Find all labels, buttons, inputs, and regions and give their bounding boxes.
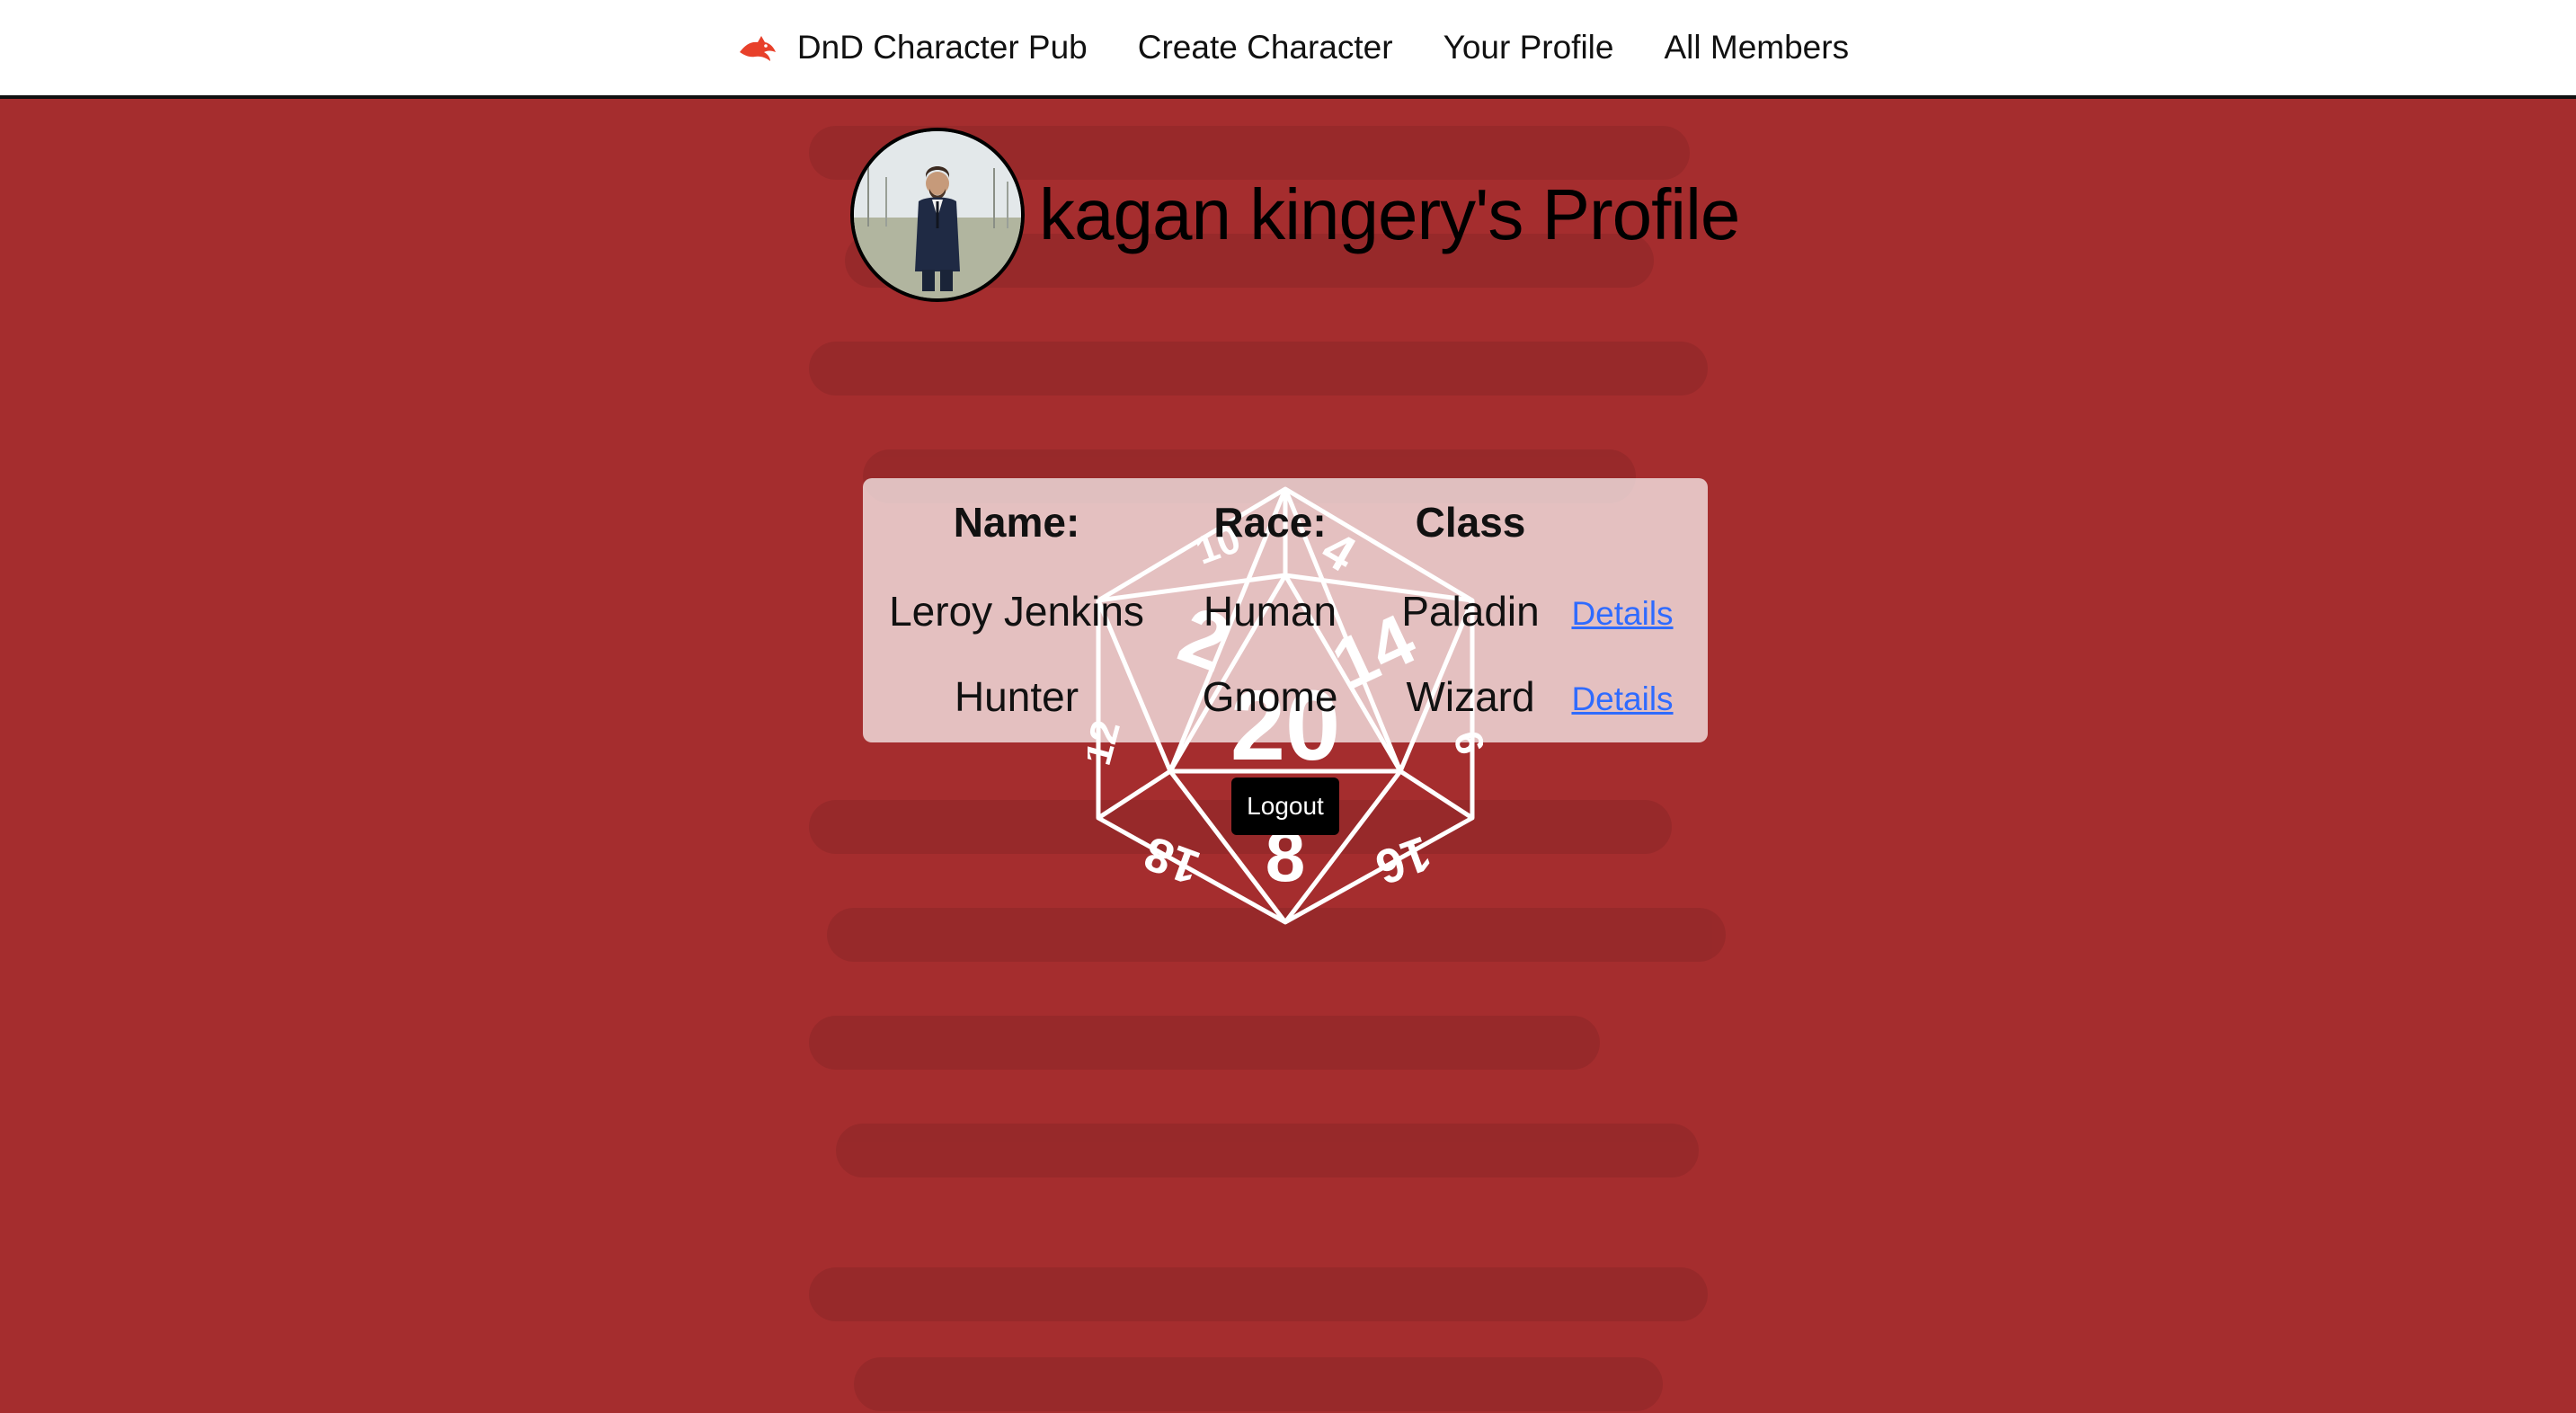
d20-face-18: 18 [1137, 825, 1206, 894]
nav-your-profile[interactable]: Your Profile [1443, 29, 1614, 67]
characters-table: Name: Race: Class Leroy Jenkins Human Pa… [863, 478, 1708, 742]
brand-link[interactable]: DnD Character Pub [738, 29, 1088, 67]
profile-header: kagan kingery's Profile [850, 128, 1740, 302]
nav-links-group: DnD Character Pub Create Character Your … [738, 29, 1849, 67]
header-class: Class [1415, 499, 1526, 546]
cell-race: Human [1203, 588, 1337, 635]
avatar [850, 128, 1025, 302]
logout-button[interactable]: Logout [1231, 778, 1339, 835]
brand-label: DnD Character Pub [796, 29, 1088, 66]
dragon-icon [739, 36, 776, 61]
details-link[interactable]: Details [1571, 680, 1673, 718]
header-name: Name: [953, 499, 1080, 546]
profile-title: kagan kingery's Profile [1039, 174, 1740, 254]
header-race: Race: [1213, 499, 1327, 546]
cell-class: Wizard [1406, 673, 1535, 720]
cell-name: Leroy Jenkins [889, 588, 1144, 635]
top-navbar: DnD Character Pub Create Character Your … [0, 0, 2576, 99]
d20-face-16: 16 [1369, 825, 1438, 894]
avatar-photo [854, 131, 1021, 298]
details-link[interactable]: Details [1571, 595, 1673, 633]
nav-create-character[interactable]: Create Character [1138, 29, 1393, 67]
nav-all-members[interactable]: All Members [1664, 29, 1849, 67]
cell-class: Paladin [1401, 588, 1540, 635]
cell-race: Gnome [1202, 673, 1338, 720]
cell-name: Hunter [954, 673, 1079, 720]
